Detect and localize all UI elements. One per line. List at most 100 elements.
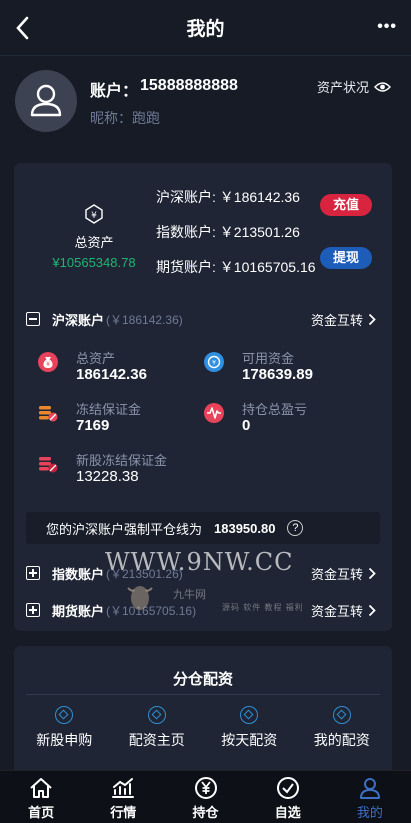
sub-account-value: ￥10165705.16	[219, 259, 316, 275]
home-icon	[30, 778, 52, 798]
total-assets-label: 总资产	[74, 235, 114, 250]
asset-status-toggle[interactable]: 资产状况	[317, 77, 391, 96]
user-avatar-icon[interactable]	[15, 70, 77, 132]
money-bag-icon: ¥	[38, 352, 58, 372]
tab-positions[interactable]: 持仓	[164, 771, 246, 823]
diamond-circle-icon	[240, 706, 259, 724]
tab-home[interactable]: 首页	[0, 771, 82, 823]
frozen-stack-icon	[39, 457, 58, 473]
allocation-item-ipo[interactable]: 新股申购	[19, 706, 109, 750]
futures-transfer-button[interactable]: 资金互转	[311, 601, 376, 620]
tab-market[interactable]: 行情	[82, 771, 164, 823]
stat-value: 13228.38	[76, 468, 139, 485]
total-assets-block: ¥ 总资产 ¥10565348.78	[34, 203, 154, 270]
profile-section: 账户： 15888888888 昵称：跑跑 资产状况	[0, 56, 411, 156]
stat-label: 持仓总盈亏	[242, 402, 308, 417]
allocation-item-mine[interactable]: 我的配资	[297, 706, 387, 750]
chart-icon	[112, 778, 135, 798]
svg-text:¥: ¥	[212, 360, 216, 367]
liquidation-value: 183950.80	[214, 520, 276, 536]
hushen-account-name: 沪深账户	[52, 312, 105, 328]
check-circle-icon	[276, 777, 299, 799]
yen-icon	[194, 777, 217, 799]
recharge-button[interactable]: 充值	[320, 194, 372, 216]
allocation-card: 分仓配资 新股申购 配资主页 按天配资 我的配资	[14, 646, 392, 776]
watermark-logo-icon	[127, 586, 153, 610]
svg-text:¥: ¥	[46, 361, 50, 368]
eye-icon	[374, 81, 391, 92]
allocation-item-home[interactable]: 配资主页	[112, 706, 202, 750]
withdraw-button[interactable]: 提现	[320, 247, 372, 269]
sub-account-hushen: 沪深账户: ￥186142.36	[156, 187, 300, 207]
coin-available-icon: ¥	[204, 352, 224, 372]
tab-label: 首页	[28, 805, 55, 820]
allocation-item-label: 新股申购	[36, 732, 93, 748]
allocation-item-label: 按天配资	[221, 732, 278, 748]
futures-account-name: 期货账户	[52, 603, 105, 619]
bottom-tab-bar: 首页 行情 持仓 自选 我的	[0, 770, 411, 823]
stat-available-funds: ¥ 可用资金 178639.89	[204, 348, 364, 388]
liquidation-notice: 您的沪深账户强制平仓线为 183950.80 ?	[26, 512, 380, 544]
total-assets-value: ¥10565348.78	[52, 255, 136, 270]
transfer-label: 资金互转	[310, 566, 363, 582]
allocation-item-label: 我的配资	[313, 732, 370, 748]
account-label: 账户：	[90, 83, 139, 100]
divider	[26, 694, 380, 695]
hushen-transfer-button[interactable]: 资金互转	[311, 310, 376, 329]
watermark-text: WWW.9NW.CC	[105, 548, 294, 576]
page-title: 我的	[186, 19, 225, 40]
index-account-name: 指数账户	[52, 566, 105, 582]
tab-label: 自选	[274, 805, 301, 820]
tab-label: 我的	[356, 805, 383, 820]
svg-text:¥: ¥	[91, 211, 97, 221]
sub-account-label: 指数账户:	[156, 224, 216, 240]
yen-badge-icon: ¥	[85, 204, 103, 224]
stat-frozen-margin: 冻结保证金 7169	[38, 399, 198, 439]
sub-account-label: 期货账户:	[156, 259, 216, 275]
chevron-right-icon	[368, 313, 376, 325]
hushen-account-row[interactable]: 沪深账户 (￥186142.36) 资金互转	[26, 309, 376, 329]
stat-label: 可用资金	[242, 351, 295, 366]
hushen-account-amount: (￥186142.36)	[106, 312, 183, 327]
stat-total-assets: ¥ 总资产 186142.36	[38, 348, 198, 388]
allocation-item-label: 配资主页	[128, 732, 185, 748]
index-transfer-button[interactable]: 资金互转	[311, 564, 376, 583]
transfer-label: 资金互转	[310, 312, 363, 328]
frozen-coins-icon	[39, 406, 58, 422]
sub-account-value: ￥186142.36	[219, 189, 300, 205]
allocation-title: 分仓配资	[172, 671, 233, 688]
collapse-icon[interactable]	[26, 312, 40, 326]
stat-value: 178639.89	[242, 366, 313, 383]
pulse-icon	[204, 403, 224, 423]
stat-position-pnl: 持仓总盈亏 0	[204, 399, 364, 439]
chevron-right-icon	[368, 604, 376, 616]
allocation-item-daily[interactable]: 按天配资	[204, 706, 294, 750]
nickname: 昵称：跑跑	[90, 110, 160, 126]
asset-status-label: 资产状况	[316, 80, 369, 95]
diamond-circle-icon	[55, 706, 74, 724]
diamond-circle-icon	[332, 706, 351, 724]
sub-account-value: ￥213501.26	[219, 224, 300, 240]
sub-account-futures: 期货账户: ￥10165705.16	[156, 257, 316, 277]
account-number: 15888888888	[140, 77, 238, 94]
expand-icon[interactable]	[26, 566, 40, 580]
diamond-circle-icon	[147, 706, 166, 724]
expand-icon[interactable]	[26, 603, 40, 617]
person-icon	[359, 778, 380, 799]
sub-account-label: 沪深账户:	[156, 189, 216, 205]
stat-label: 冻结保证金	[76, 402, 142, 417]
tab-watchlist[interactable]: 自选	[247, 771, 329, 823]
help-icon[interactable]: ?	[287, 520, 304, 536]
stat-ipo-frozen-margin: 新股冻结保证金 13228.38	[38, 450, 198, 490]
stat-value: 0	[242, 417, 251, 434]
tab-label: 持仓	[192, 805, 219, 820]
futures-account-row[interactable]: 期货账户 (￥10165705.16) 资金互转	[26, 600, 376, 620]
more-dots-icon[interactable]: •••	[377, 19, 397, 35]
stat-label: 新股冻结保证金	[76, 453, 168, 468]
watermark-brand: 九牛网	[173, 589, 206, 601]
transfer-label: 资金互转	[310, 603, 363, 619]
watermark-tags: 源码 软件 教程 福利	[222, 603, 304, 612]
stat-label: 总资产	[76, 351, 116, 366]
tab-mine[interactable]: 我的	[329, 771, 411, 823]
sub-account-index: 指数账户: ￥213501.26	[156, 222, 300, 242]
